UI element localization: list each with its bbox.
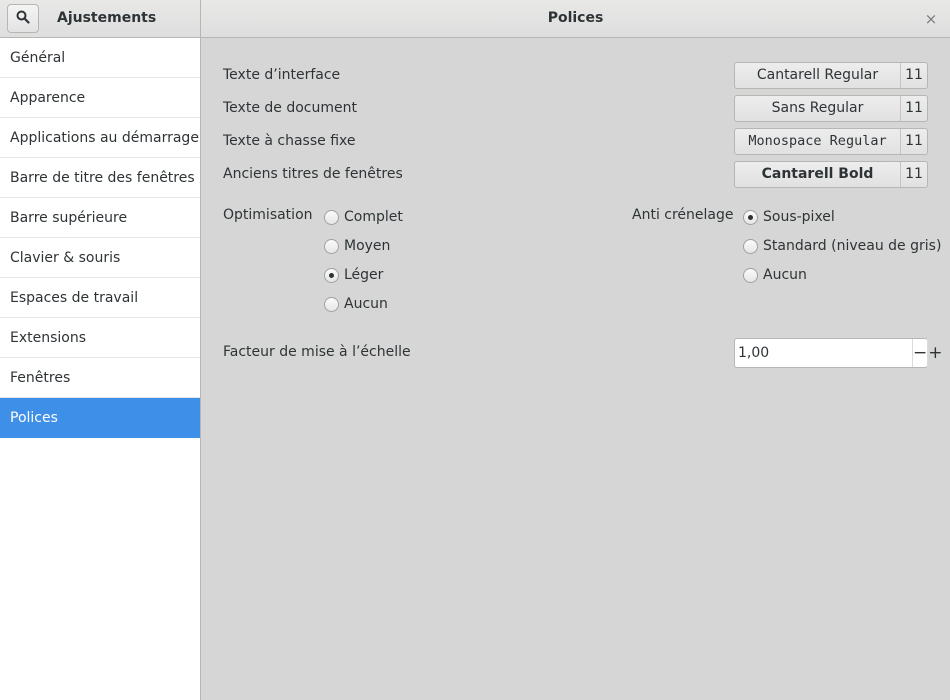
scaling-factor-label: Facteur de mise à l’échelle: [223, 344, 411, 360]
interface-font-button[interactable]: Cantarell Regular 11: [734, 62, 928, 89]
monospace-text-label: Texte à chasse fixe: [223, 133, 356, 149]
increment-button[interactable]: +: [927, 339, 943, 367]
monospace-font-size: 11: [905, 133, 923, 149]
radio-label: Aucun: [763, 267, 807, 283]
radio-button[interactable]: [324, 238, 339, 254]
sidebar-item-appearance[interactable]: Apparence: [0, 78, 200, 118]
monospace-font-button[interactable]: Monospace Regular 11: [734, 128, 928, 155]
header-left-pane: Ajustements: [0, 0, 201, 38]
document-text-label: Texte de document: [223, 100, 357, 116]
sidebar-item-general[interactable]: Général: [0, 38, 200, 78]
interface-font-size: 11: [905, 67, 923, 83]
interface-text-label: Texte d’interface: [223, 67, 341, 83]
sidebar-item-extensions[interactable]: Extensions: [0, 318, 200, 358]
antialiasing-option-none[interactable]: Aucun: [743, 267, 807, 283]
hinting-option-none[interactable]: Aucun: [324, 296, 388, 312]
sidebar-item-windows[interactable]: Fenêtres: [0, 358, 200, 398]
radio-button-selected[interactable]: [324, 267, 339, 283]
sidebar: Général Apparence Applications au démarr…: [0, 38, 201, 700]
radio-label: Standard (niveau de gris): [763, 238, 942, 254]
sidebar-item-window-titlebars[interactable]: Barre de titre des fenêtres: [0, 158, 200, 198]
radio-button[interactable]: [324, 209, 339, 225]
page-title: Polices: [547, 10, 604, 26]
document-font-button[interactable]: Sans Regular 11: [734, 95, 928, 122]
monospace-font-name: Monospace Regular: [735, 129, 901, 154]
radio-label: Sous-pixel: [763, 209, 835, 225]
radio-button[interactable]: [743, 267, 758, 283]
radio-label: Moyen: [344, 238, 391, 254]
radio-button-selected[interactable]: [743, 209, 758, 225]
radio-button[interactable]: [324, 296, 339, 312]
antialiasing-option-grayscale[interactable]: Standard (niveau de gris): [743, 238, 941, 254]
scaling-factor-input[interactable]: [735, 339, 912, 367]
radio-button[interactable]: [743, 238, 758, 254]
decrement-button[interactable]: −: [912, 339, 927, 367]
document-font-name: Sans Regular: [735, 96, 901, 121]
legacy-titles-font-name: Cantarell Bold: [735, 162, 901, 187]
document-font-size: 11: [905, 100, 923, 116]
hinting-option-slight[interactable]: Léger: [324, 267, 383, 283]
search-button[interactable]: [7, 4, 39, 33]
app-title: Ajustements: [57, 10, 157, 26]
radio-label: Léger: [344, 267, 384, 283]
header-bar: Ajustements Polices ×: [0, 0, 950, 38]
sidebar-item-startup-applications[interactable]: Applications au démarrage: [0, 118, 200, 158]
fonts-panel: Texte d’interface Cantarell Regular 11 T…: [201, 38, 950, 700]
scaling-factor-spinbutton: − +: [734, 338, 943, 368]
interface-font-name: Cantarell Regular: [735, 63, 901, 88]
sidebar-item-workspaces[interactable]: Espaces de travail: [0, 278, 200, 318]
legacy-titles-font-button[interactable]: Cantarell Bold 11: [734, 161, 928, 188]
sidebar-item-keyboard-mouse[interactable]: Clavier & souris: [0, 238, 200, 278]
close-icon[interactable]: ×: [924, 10, 938, 28]
antialiasing-option-subpixel[interactable]: Sous-pixel: [743, 209, 835, 225]
hinting-label: Optimisation: [223, 207, 313, 223]
radio-label: Complet: [344, 209, 403, 225]
search-icon: [16, 10, 30, 28]
sidebar-item-top-bar[interactable]: Barre supérieure: [0, 198, 200, 238]
legacy-titles-label: Anciens titres de fenêtres: [223, 166, 403, 182]
legacy-titles-font-size: 11: [905, 166, 923, 182]
hinting-option-full[interactable]: Complet: [324, 209, 403, 225]
antialiasing-label: Anti crénelage: [632, 207, 734, 223]
hinting-option-medium[interactable]: Moyen: [324, 238, 390, 254]
radio-label: Aucun: [344, 296, 388, 312]
sidebar-item-fonts[interactable]: Polices: [0, 398, 200, 438]
